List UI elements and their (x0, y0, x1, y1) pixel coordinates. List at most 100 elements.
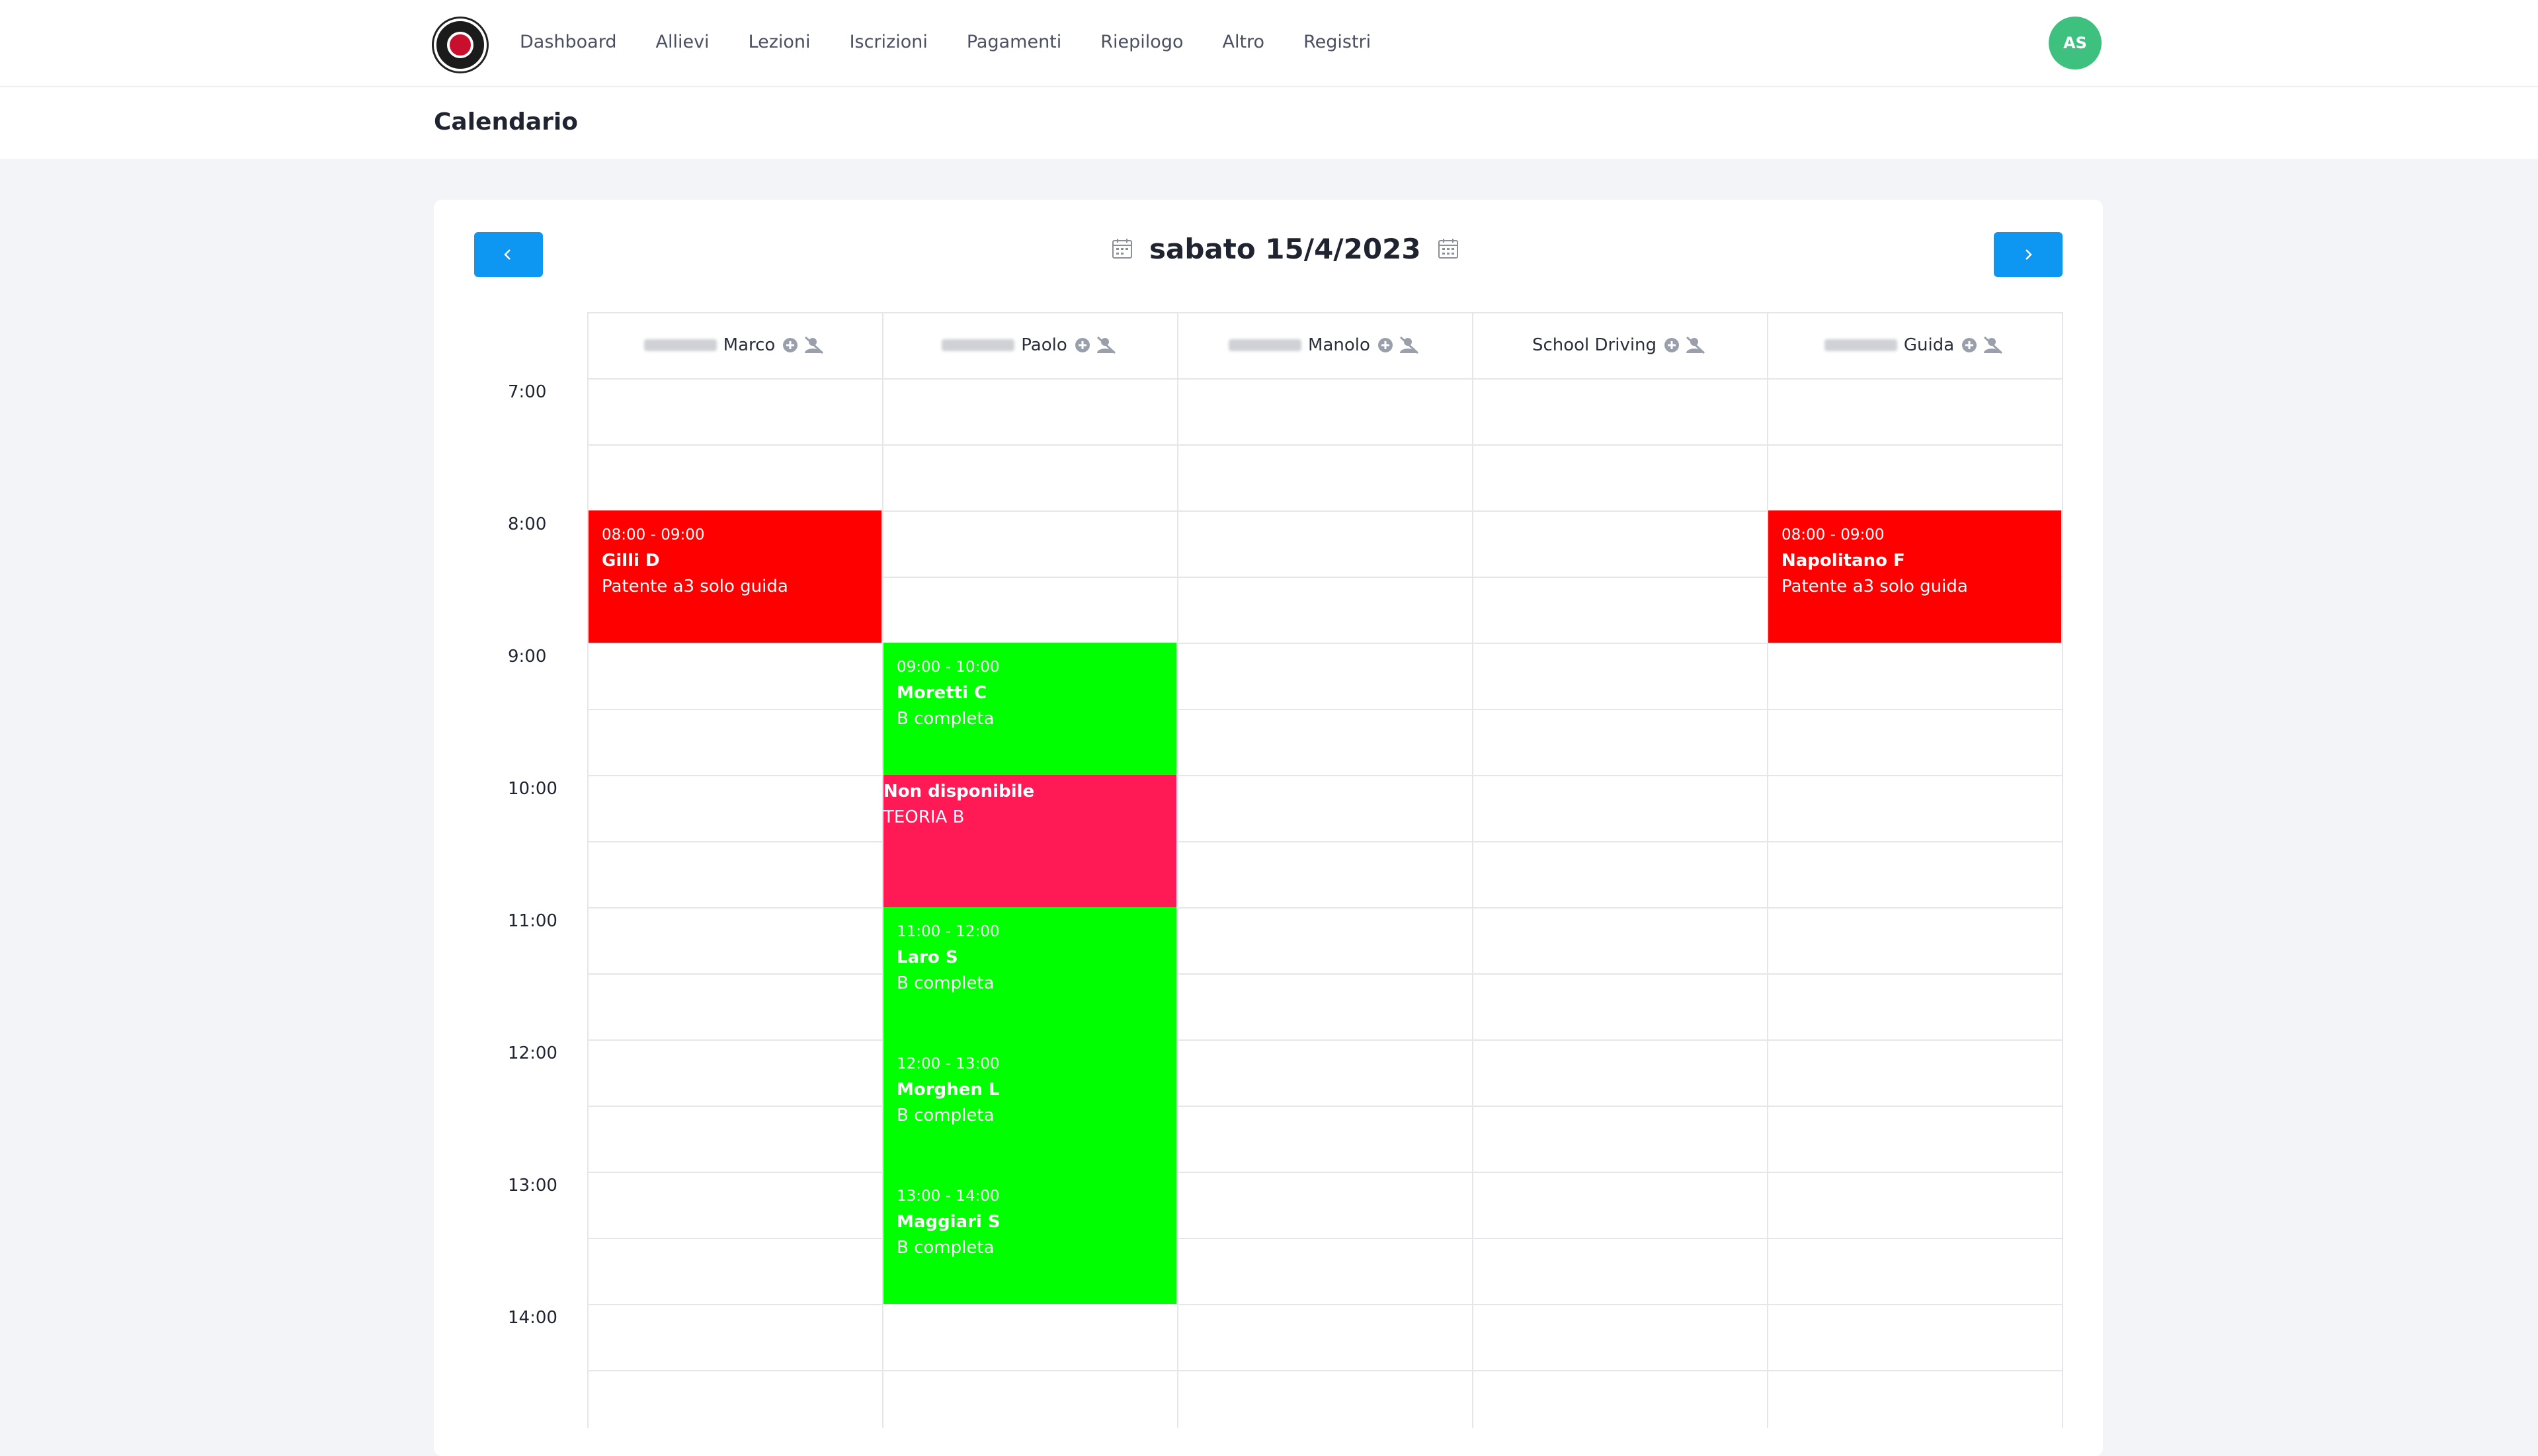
grid-row-line (587, 1172, 2062, 1173)
grid-row-line (587, 1238, 2062, 1239)
event-student: Laro S (897, 948, 958, 967)
grid-row-line (587, 1039, 2062, 1041)
user-off-icon[interactable] (1684, 336, 1707, 354)
redacted-surname (643, 339, 717, 351)
redacted-surname (942, 339, 1015, 351)
user-off-icon[interactable] (803, 336, 825, 354)
nav-allievi[interactable]: Allievi (655, 29, 709, 56)
hour-label: 9:00 (508, 647, 547, 667)
nav-registri[interactable]: Registri (1303, 29, 1371, 56)
date-selector: sabato 15/4/2023 (1111, 231, 1459, 266)
event-student: Napolitano F (1781, 551, 1905, 571)
redacted-surname (1229, 339, 1302, 351)
grid-column-line (1767, 312, 1768, 1428)
hour-label: 8:00 (508, 514, 547, 534)
calendar-event[interactable]: 08:00 - 09:00 Napolitano F Patente a3 solo… (1768, 510, 2061, 643)
add-circle-icon[interactable] (1961, 337, 1978, 354)
grid-row-line (587, 378, 2062, 380)
instructor-name: School Driving (1532, 335, 1657, 355)
event-time: 11:00 - 12:00 (897, 923, 1000, 940)
top-navbar: Dashboard Allievi Lezioni Iscrizioni Pag… (0, 0, 2538, 87)
user-off-icon[interactable] (1398, 336, 1420, 354)
instructor-actions (1074, 336, 1118, 354)
hour-label: 11:00 (508, 911, 557, 931)
chevron-right-icon (2026, 249, 2032, 260)
grid-row-line (587, 973, 2062, 975)
event-time: 13:00 - 14:00 (897, 1188, 1000, 1205)
instructor-name: Manolo (1308, 335, 1370, 355)
event-description: B completa (897, 709, 995, 729)
instructor-column-header: Paolo (882, 312, 1177, 378)
instructor-actions (1663, 336, 1707, 354)
user-avatar[interactable]: AS (2049, 17, 2102, 69)
instructor-actions (1961, 336, 2004, 354)
instructor-actions (782, 336, 825, 354)
nav-iscrizioni[interactable]: Iscrizioni (850, 29, 928, 56)
calendar-event[interactable]: 13:00 - 14:00 Maggiari S B completa (883, 1172, 1176, 1304)
calendar-event[interactable]: Non disponibile TEORIA B (883, 775, 1176, 907)
add-circle-icon[interactable] (1377, 337, 1394, 354)
grid-row-line (587, 775, 2062, 776)
next-day-button[interactable] (1994, 232, 2063, 277)
event-student: Gilli D (602, 551, 660, 571)
grid-row-line (587, 1370, 2062, 1371)
add-circle-icon[interactable] (782, 337, 799, 354)
event-time: 08:00 - 09:00 (602, 526, 705, 544)
calendar-event[interactable]: 08:00 - 09:00 Gilli D Patente a3 solo guid… (589, 510, 881, 643)
calendar-event[interactable]: 12:00 - 13:00 Morghen L B completa (883, 1039, 1176, 1172)
event-student: Maggiari S (897, 1212, 1001, 1232)
nav-riepilogo[interactable]: Riepilogo (1100, 29, 1183, 56)
event-student: Morghen L (897, 1080, 1000, 1100)
calendar-event[interactable]: 11:00 - 12:00 Laro S B completa (883, 907, 1176, 1039)
hour-label: 13:00 (508, 1176, 557, 1195)
prev-day-button[interactable] (474, 232, 543, 277)
user-off-icon[interactable] (1095, 336, 1118, 354)
user-off-icon[interactable] (1982, 336, 2004, 354)
grid-row-line (587, 643, 2062, 644)
calendar-card (434, 200, 2103, 1456)
event-student: Moretti C (897, 683, 987, 703)
instructor-column-header: School Driving (1472, 312, 1767, 378)
instructor-name: Guida (1903, 335, 1955, 355)
event-description: TEORIA B (883, 807, 965, 827)
grid-row-line (587, 907, 2062, 909)
instructor-name: Marco (723, 335, 776, 355)
instructor-name: Paolo (1021, 335, 1067, 355)
logo-inner (447, 32, 473, 58)
grid-column-line (1177, 312, 1178, 1428)
page-header: Calendario (0, 87, 2538, 159)
page-title: Calendario (434, 108, 578, 136)
nav-lezioni[interactable]: Lezioni (749, 29, 811, 56)
redacted-surname (1824, 339, 1897, 351)
grid-row-line (587, 841, 2062, 842)
event-time: 09:00 - 10:00 (897, 659, 1000, 676)
instructor-actions (1377, 336, 1420, 354)
instructor-column-header: Manolo (1177, 312, 1472, 378)
driving-school-logo[interactable] (434, 19, 487, 71)
add-circle-icon[interactable] (1074, 337, 1091, 354)
event-description: B completa (897, 1238, 995, 1258)
event-time: 12:00 - 13:00 (897, 1055, 1000, 1072)
nav-altro[interactable]: Altro (1222, 29, 1264, 56)
grid-column-line (587, 312, 589, 1428)
grid-column-line (2062, 312, 2063, 1428)
event-description: B completa (897, 1106, 995, 1125)
event-description: B completa (897, 973, 995, 993)
calendar-event[interactable]: 09:00 - 10:00 Moretti C B completa (883, 643, 1176, 775)
event-description: Patente a3 solo guida (1781, 577, 1968, 596)
nav-dashboard[interactable]: Dashboard (520, 29, 616, 56)
nav-pagamenti[interactable]: Pagamenti (967, 29, 1061, 56)
grid-row-line (587, 709, 2062, 710)
calendar-icon[interactable] (1111, 237, 1133, 260)
grid-row-line (587, 1106, 2062, 1107)
instructor-column-header: Guida (1767, 312, 2062, 378)
event-description: Patente a3 solo guida (602, 577, 788, 596)
add-circle-icon[interactable] (1663, 337, 1680, 354)
calendar-grid-icon[interactable] (1437, 237, 1459, 260)
main-nav: Dashboard Allievi Lezioni Iscrizioni Pag… (520, 29, 1410, 56)
grid-column-line (1472, 312, 1473, 1428)
grid-row-line (587, 1304, 2062, 1305)
event-student: Non disponibile (883, 782, 1035, 801)
event-time: 08:00 - 09:00 (1781, 526, 1885, 544)
hour-label: 7:00 (508, 382, 547, 402)
